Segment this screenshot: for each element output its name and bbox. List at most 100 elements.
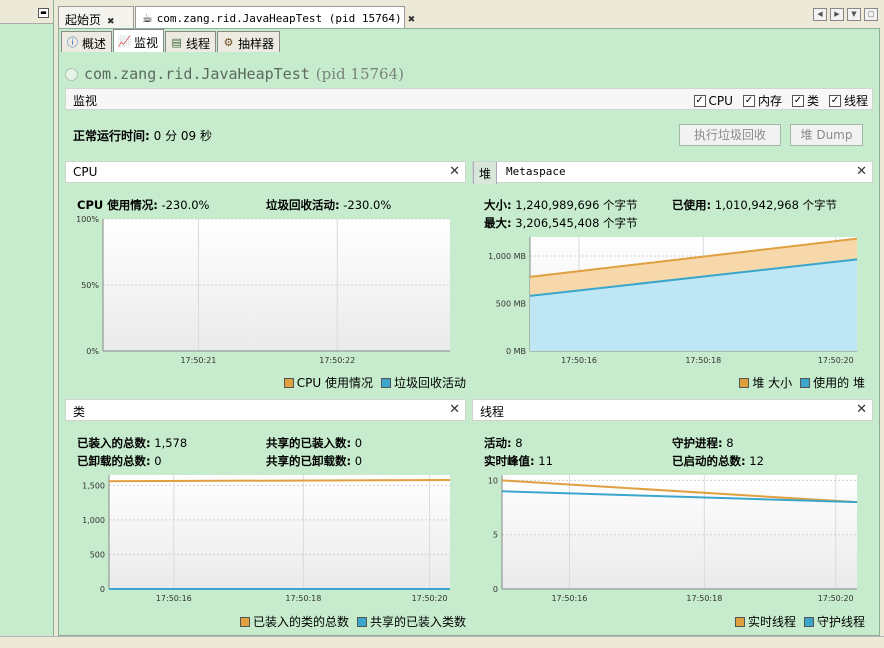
x-tick-label: 17:50:18 [685, 356, 721, 365]
perform-gc-button[interactable]: 执行垃圾回收 [679, 124, 781, 146]
toggle-label: 线程 [843, 94, 868, 108]
cpu-legend: CPU 使用情况 垃圾回收活动 [283, 374, 466, 391]
cpu-panel: CPU ✕ CPU 使用情况: -230.0% 垃圾回收活动: -230.0% … [65, 161, 466, 392]
toggle-cpu[interactable]: ✓ CPU [693, 92, 733, 109]
legend-label: 垃圾回收活动 [393, 376, 466, 390]
left-panel-header: ▬ [0, 0, 53, 24]
checkbox-icon: ✓ [791, 94, 804, 107]
y-tick-label: 0 MB [506, 347, 526, 356]
legend-item: 使用的 堆 [800, 374, 865, 391]
heap-legend: 堆 大小 使用的 堆 [739, 374, 865, 391]
y-tick-label: 500 MB [496, 300, 526, 309]
toggle-label: CPU [708, 93, 733, 108]
toggle-memory[interactable]: ✓ 内存 [742, 92, 782, 109]
close-tab-icon[interactable]: ✖ [408, 15, 416, 25]
legend-swatch [239, 616, 250, 627]
threads-panel: 线程 ✕ 活动: 8 守护进程: 8 实时峰值: 11 已启动的总数: 12 0… [472, 399, 873, 631]
checkbox-icon: ✓ [742, 94, 755, 107]
tab-start-page[interactable]: 起始页 ✖ [58, 6, 134, 28]
monitor-title: 监视 [73, 94, 98, 108]
y-tick-label: 500 [90, 550, 105, 559]
tab-java-heap-test[interactable]: ☕ com.zang.rid.JavaHeapTest (pid 15764) ✖ [135, 6, 415, 28]
close-tab-icon[interactable]: ✖ [107, 17, 115, 27]
panel-toggles: ✓ CPU ✓ 内存 ✓ 类 ✓ 线程 [693, 92, 868, 109]
left-panel: ▬ [0, 0, 54, 636]
plot-background [109, 475, 450, 589]
process-title: com.zang.rid.JavaHeapTest (pid 15764) [65, 65, 404, 83]
tab-threads[interactable]: ▤ 线程 [165, 31, 217, 52]
legend-item: 实时线程 [734, 613, 796, 630]
coffee-cup-icon: ☕ [142, 11, 153, 25]
legend-label: 守护线程 [816, 615, 865, 629]
uptime: 正常运行时间: 0 分 09 秒 [73, 127, 212, 144]
legend-swatch [803, 616, 814, 627]
view-tabs: ⓘ 概述 📈 监视 ▤ 线程 ⚙ 抽样器 [61, 29, 281, 53]
minimize-button[interactable]: ▬ [38, 8, 49, 18]
x-tick-label: 17:50:16 [551, 594, 587, 603]
uptime-label: 正常运行时间: [73, 129, 150, 143]
heap-panel: 堆 Metaspace ✕ 大小: 1,240,989,696 个字节 已使用:… [472, 161, 873, 392]
threads-chart: 0 5 10 17:50:16 17:50:18 17:50:20 [488, 475, 858, 603]
uptime-value: 0 分 09 秒 [153, 129, 212, 143]
y-tick-label: 0 [493, 585, 498, 594]
tab-label: com.zang.rid.JavaHeapTest (pid 15764) [156, 12, 402, 25]
legend-swatch [739, 377, 750, 388]
toggle-label: 内存 [757, 94, 782, 108]
y-tick-label: 0% [86, 347, 99, 356]
legend-item: 垃圾回收活动 [380, 374, 466, 391]
x-tick-label: 17:50:22 [319, 356, 355, 365]
tab-label: 概述 [82, 36, 107, 51]
legend-swatch [800, 377, 811, 388]
cpu-chart: 0% 50% 100% 17:50:21 17:50:22 [76, 215, 450, 365]
legend-label: CPU 使用情况 [296, 376, 373, 390]
document-tab-bar: 起始页 ✖ ☕ com.zang.rid.JavaHeapTest (pid 15… [58, 6, 878, 28]
maximize-button[interactable]: □ [864, 8, 878, 21]
tab-list-button[interactable]: ▼ [847, 8, 861, 21]
x-tick-label: 17:50:20 [818, 594, 854, 603]
tab-monitor[interactable]: 📈 监视 [113, 29, 165, 52]
toggle-threads[interactable]: ✓ 线程 [828, 92, 868, 109]
legend-swatch [380, 377, 391, 388]
legend-swatch [356, 616, 367, 627]
y-tick-label: 0 [100, 585, 105, 594]
legend-label: 使用的 堆 [813, 376, 865, 390]
y-tick-label: 5 [493, 531, 498, 540]
classes-legend: 已装入的类的总数 共享的已装入类数 [239, 613, 466, 630]
tab-label: 起始页 [65, 13, 102, 27]
threads-icon: ▤ [171, 36, 182, 49]
scroll-right-button[interactable]: ▶ [830, 8, 844, 21]
x-tick-label: 17:50:18 [285, 594, 321, 603]
classes-chart: 0 500 1,000 1,500 17:50:16 17:50:18 17:50:20 [82, 475, 451, 603]
x-tick-label: 17:50:16 [156, 594, 192, 603]
threads-legend: 实时线程 守护线程 [734, 613, 865, 630]
classes-panel: 类 ✕ 已装入的总数: 1,578 共享的已装入数: 0 已卸载的总数: 0 共… [65, 399, 466, 631]
monitor-pane: ⓘ 概述 📈 监视 ▤ 线程 ⚙ 抽样器 com.zang.rid.JavaHe… [58, 28, 880, 636]
y-tick-label: 100% [76, 215, 99, 224]
overview-icon: ⓘ [67, 36, 78, 49]
status-indicator-icon [65, 67, 78, 81]
scroll-left-button[interactable]: ◀ [813, 8, 827, 21]
legend-item: 堆 大小 [739, 374, 792, 391]
heap-dump-button[interactable]: 堆 Dump [790, 124, 863, 146]
tab-label: 监视 [134, 35, 159, 50]
x-tick-label: 17:50:20 [818, 356, 854, 365]
legend-swatch [734, 616, 745, 627]
y-tick-label: 1,500 [82, 481, 105, 490]
series-line [108, 478, 451, 483]
tab-sampler[interactable]: ⚙ 抽样器 [217, 31, 281, 52]
tab-overview[interactable]: ⓘ 概述 [61, 31, 113, 52]
legend-item: 守护线程 [803, 613, 865, 630]
x-tick-label: 17:50:21 [180, 356, 216, 365]
monitor-header: 监视 ✓ CPU ✓ 内存 ✓ 类 ✓ 线程 [65, 88, 873, 110]
y-tick-label: 1,000 MB [488, 252, 526, 261]
y-tick-label: 50% [81, 281, 99, 290]
x-tick-label: 17:50:18 [686, 594, 722, 603]
legend-label: 共享的已装入类数 [369, 615, 466, 629]
monitor-icon: 📈 [117, 35, 132, 48]
sampler-icon: ⚙ [223, 36, 234, 49]
legend-label: 实时线程 [747, 615, 796, 629]
toggle-classes[interactable]: ✓ 类 [791, 92, 819, 109]
checkbox-icon: ✓ [828, 94, 841, 107]
legend-item: 共享的已装入类数 [356, 613, 466, 630]
heap-chart: 0 MB 500 MB 1,000 MB 17:50:16 17:50:18 17:50:… [488, 237, 858, 365]
